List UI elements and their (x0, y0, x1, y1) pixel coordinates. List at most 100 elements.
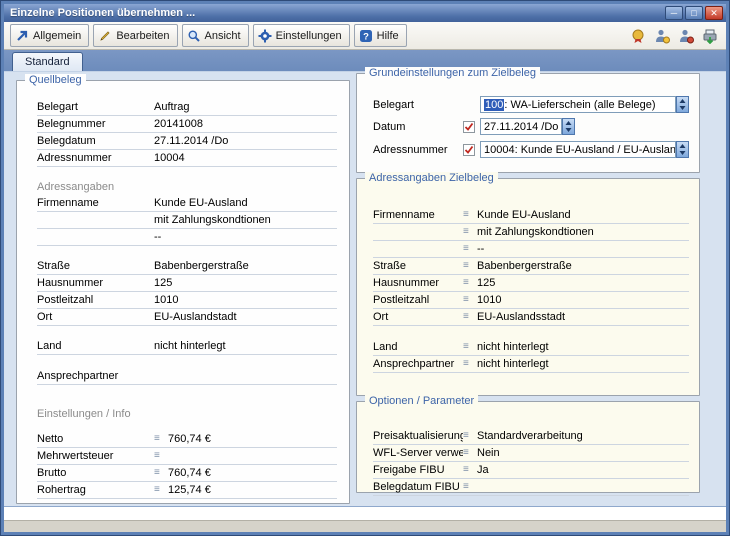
field-row: Land ≡ nicht hinterlegt (373, 339, 689, 356)
field-label: Firmenname (37, 197, 154, 209)
field-label: Ort (37, 311, 154, 323)
field-label: Straße (37, 260, 154, 272)
mapping-icon: ≡ (463, 359, 477, 369)
status-band (4, 520, 726, 532)
field-label: Brutto (37, 467, 154, 479)
mapping-icon: ≡ (463, 278, 477, 288)
field-label: Freigabe FIBU (373, 464, 463, 476)
datum-label: Datum (373, 121, 463, 133)
mapping-icon: ≡ (463, 465, 477, 475)
dialog-window: Einzelne Positionen übernehmen ... ─ □ ✕… (0, 0, 730, 536)
printer-icon[interactable] (700, 26, 720, 46)
optionen-rows: Preisaktualisierung ≡ Standardverarbeitu… (373, 428, 689, 496)
field-label: Netto (37, 433, 154, 445)
field-row: ≡ mit Zahlungskondtionen (37, 212, 337, 229)
bearbeiten-button[interactable]: Bearbeiten (93, 24, 177, 47)
field-value: Auftrag (154, 101, 337, 113)
ansicht-button[interactable]: Ansicht (182, 24, 249, 47)
field-row: Hausnummer ≡ 125 (37, 275, 337, 292)
allgemein-button-label: Allgemein (33, 30, 81, 42)
datum-spinner[interactable] (562, 118, 575, 135)
field-label: Ansprechpartner (37, 370, 154, 382)
field-value: 125 (154, 277, 337, 289)
field-label: Land (37, 340, 154, 352)
mapping-icon: ≡ (154, 434, 168, 444)
datum-row: Datum 27.11.2014 /Do (373, 118, 689, 135)
belegart-combobox[interactable]: 100 : WA-Lieferschein (alle Belege) (480, 96, 676, 113)
allgemein-button[interactable]: Allgemein (10, 24, 89, 47)
field-label: WFL-Server verwenden (373, 447, 463, 459)
field-value: EU-Auslandstadt (154, 311, 337, 323)
content-panel: Quellbeleg Belegart ≡ Auftrag Belegnumme… (4, 71, 726, 506)
field-label: Belegdatum FIBU (373, 481, 463, 493)
einstellungen-button[interactable]: Einstellungen (253, 24, 350, 47)
group-grundeinstellungen-title: Grundeinstellungen zum Zielbeleg (365, 67, 540, 79)
titlebar[interactable]: Einzelne Positionen übernehmen ... ─ □ ✕ (4, 4, 726, 22)
svg-text:?: ? (363, 31, 369, 42)
datum-checkbox[interactable] (463, 121, 475, 133)
field-row: Ort ≡ EU-Auslandsstadt (373, 309, 689, 326)
adressnummer-combobox[interactable]: 10004: Kunde EU-Ausland / EU-Auslandssta… (480, 141, 676, 158)
field-row: Adressangaben ≡ (37, 179, 337, 195)
field-row: Ort ≡ EU-Auslandstadt (37, 309, 337, 326)
field-value: 27.11.2014 /Do (154, 135, 337, 147)
background-grid-row[interactable] (4, 506, 726, 520)
user-favorite-icon[interactable] (652, 26, 672, 46)
field-row: Straße ≡ Babenbergerstraße (373, 258, 689, 275)
group-grundeinstellungen: Grundeinstellungen zum Zielbeleg Belegar… (356, 73, 700, 173)
adressnummer-row: Adressnummer 10004: Kunde EU-Ausland / E… (373, 141, 689, 158)
field-row: Einstellungen / Info ≡ (37, 406, 337, 422)
magnifier-icon (187, 29, 201, 43)
group-adressangaben-title: Adressangaben Zielbeleg (365, 172, 498, 184)
field-value: 760,74 € (168, 433, 337, 445)
minimize-button[interactable]: ─ (665, 6, 683, 20)
adressnummer-checkbox[interactable] (463, 144, 475, 156)
approve-seal-icon[interactable] (628, 26, 648, 46)
field-row: ≡ -- (37, 229, 337, 246)
field-label: Adressangaben (37, 181, 154, 193)
mapping-icon: ≡ (463, 312, 477, 322)
window-title: Einzelne Positionen übernehmen ... (10, 7, 665, 19)
field-row: Land ≡ nicht hinterlegt (37, 338, 337, 355)
arrow-ne-icon (15, 29, 29, 43)
field-label: Hausnummer (37, 277, 154, 289)
field-label: Belegnummer (37, 118, 154, 130)
field-value: 760,74 € (168, 467, 337, 479)
field-label: Hausnummer (373, 277, 463, 289)
belegart-spinner[interactable] (676, 96, 689, 113)
field-row: Preisaktualisierung ≡ Standardverarbeitu… (373, 428, 689, 445)
field-value: -- (477, 243, 689, 255)
field-label: Ansprechpartner (373, 358, 463, 370)
mapping-icon: ≡ (463, 295, 477, 305)
maximize-button[interactable]: □ (685, 6, 703, 20)
tab-standard[interactable]: Standard (12, 52, 83, 71)
field-row: Postleitzahl ≡ 1010 (37, 292, 337, 309)
adressnummer-spinner[interactable] (676, 141, 689, 158)
user-edit-icon[interactable] (676, 26, 696, 46)
field-row: Straße ≡ Babenbergerstraße (37, 258, 337, 275)
group-adressangaben-zielbeleg: Adressangaben Zielbeleg Firmenname ≡ Kun… (356, 178, 700, 396)
field-value: 10004 (154, 152, 337, 164)
hilfe-button[interactable]: ? Hilfe (354, 24, 407, 47)
field-row: ≡ -- (373, 241, 689, 258)
field-label: Preisaktualisierung (373, 430, 463, 442)
field-value: 1010 (154, 294, 337, 306)
field-label: Einstellungen / Info (37, 408, 154, 420)
field-row: Mehrwertsteuer ≡ (37, 448, 337, 465)
adressnummer-label: Adressnummer (373, 144, 463, 156)
field-row: Adressnummer ≡ 10004 (37, 150, 337, 167)
quellbeleg-rows: Belegart ≡ Auftrag Belegnummer ≡ 2014100… (37, 99, 337, 499)
field-label: Ort (373, 311, 463, 323)
datum-field[interactable]: 27.11.2014 /Do (480, 118, 562, 135)
mapping-icon: ≡ (154, 485, 168, 495)
field-value: mit Zahlungskondtionen (477, 226, 689, 238)
close-button[interactable]: ✕ (705, 6, 723, 20)
field-row: Rohertrag ≡ 125,74 € (37, 482, 337, 499)
field-row: ≡ mit Zahlungskondtionen (373, 224, 689, 241)
field-value: nicht hinterlegt (477, 358, 689, 370)
field-value: Nein (477, 447, 689, 459)
mapping-icon: ≡ (154, 468, 168, 478)
pencil-icon (98, 29, 112, 43)
toolbar: Allgemein Bearbeiten Ansicht Einstellung… (4, 22, 726, 50)
field-row: Netto ≡ 760,74 € (37, 431, 337, 448)
